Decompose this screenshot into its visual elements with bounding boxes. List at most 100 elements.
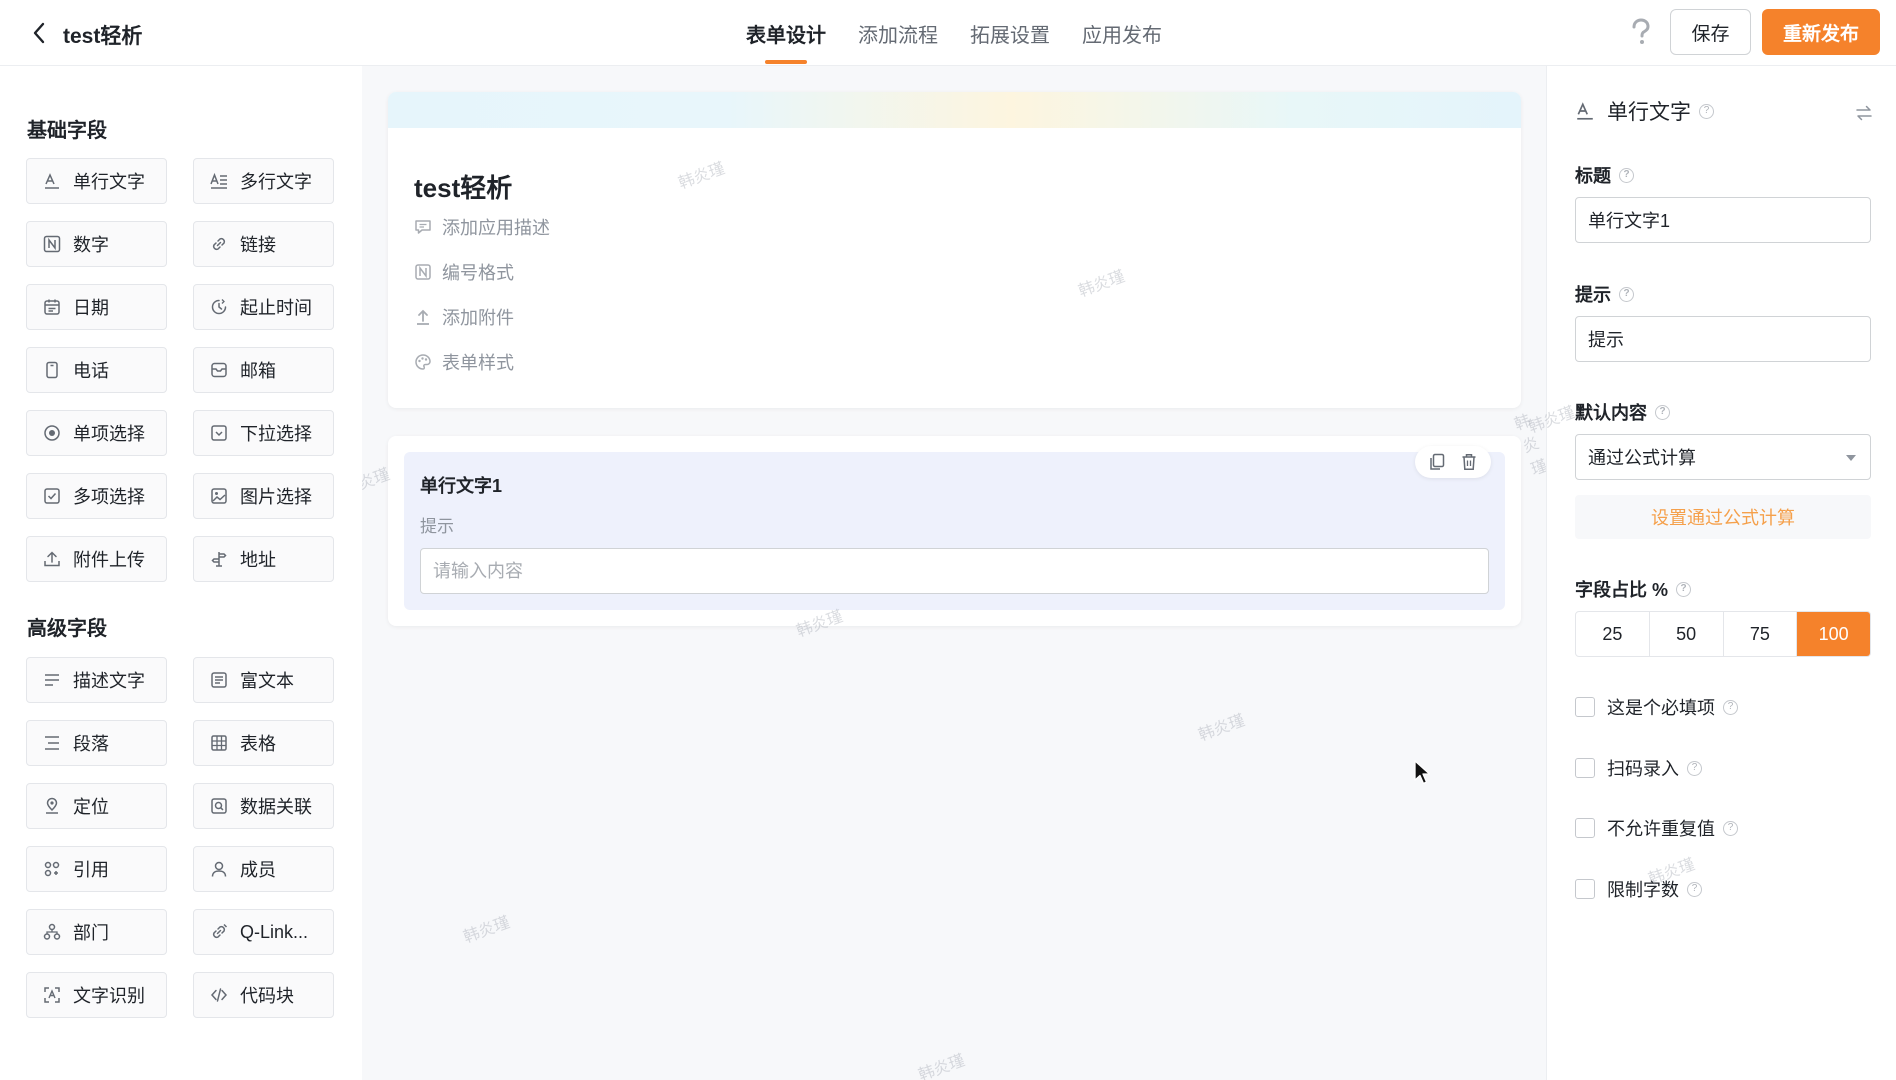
- no-duplicate-checkbox-row[interactable]: 不允许重复值 ?: [1575, 815, 1738, 841]
- number-icon: [43, 235, 61, 253]
- text-line-icon: [43, 172, 61, 190]
- limit-length-checkbox-row[interactable]: 限制字数 ?: [1575, 876, 1702, 902]
- field-single-line-text[interactable]: 单行文字: [26, 158, 167, 204]
- ratio-option-75[interactable]: 75: [1724, 612, 1798, 656]
- ratio-option-25[interactable]: 25: [1576, 612, 1650, 656]
- upload-icon: [43, 550, 61, 568]
- field-attachment-upload[interactable]: 附件上传: [26, 536, 167, 582]
- properties-header: 单行文字 ?: [1575, 96, 1714, 126]
- number-format-icon: [414, 263, 432, 281]
- department-icon: [43, 923, 61, 941]
- field-multi-line-text[interactable]: 多行文字: [193, 158, 334, 204]
- field-department[interactable]: 部门: [26, 909, 167, 955]
- main-tabs: 表单设计 添加流程 拓展设置 应用发布: [730, 0, 1178, 66]
- required-checkbox-row[interactable]: 这是个必填项 ?: [1575, 694, 1738, 720]
- question-circle-icon[interactable]: ?: [1723, 699, 1738, 715]
- description-icon: [43, 671, 61, 689]
- link-icon: [210, 235, 228, 253]
- qlink-icon: [210, 923, 228, 941]
- field-description-text[interactable]: 描述文字: [26, 657, 167, 703]
- tab-add-process[interactable]: 添加流程: [842, 0, 954, 66]
- field-dropdown[interactable]: 下拉选择: [193, 410, 334, 456]
- field-preview-input[interactable]: [420, 548, 1489, 594]
- chevron-down-icon: [1846, 455, 1856, 461]
- phone-icon: [43, 361, 61, 379]
- paragraph-icon: [43, 734, 61, 752]
- back-button[interactable]: [24, 18, 54, 48]
- scan-input-checkbox-row[interactable]: 扫码录入 ?: [1575, 755, 1702, 781]
- field-paragraph[interactable]: 段落: [26, 720, 167, 766]
- field-rich-text[interactable]: 富文本: [193, 657, 334, 703]
- hint-input[interactable]: [1575, 316, 1871, 362]
- upload-icon: [414, 308, 432, 326]
- required-checkbox[interactable]: [1575, 697, 1595, 717]
- field-code-block[interactable]: 代码块: [193, 972, 334, 1018]
- ratio-option-100[interactable]: 100: [1797, 612, 1870, 656]
- swap-icon: [1856, 105, 1872, 121]
- help-button[interactable]: [1626, 17, 1656, 47]
- field-q-link[interactable]: Q-Link...: [193, 909, 334, 955]
- question-circle-icon[interactable]: ?: [1619, 286, 1634, 302]
- question-circle-icon[interactable]: ?: [1699, 103, 1714, 119]
- field-multi-choice[interactable]: 多项选择: [26, 473, 167, 519]
- set-formula-button[interactable]: 设置通过公式计算: [1575, 495, 1871, 539]
- delete-field-button[interactable]: [1453, 448, 1485, 476]
- add-attachment-option[interactable]: 添加附件: [414, 304, 514, 330]
- copy-field-button[interactable]: [1421, 448, 1453, 476]
- tab-app-publish[interactable]: 应用发布: [1066, 0, 1178, 66]
- ocr-icon: [43, 986, 61, 1004]
- copy-icon: [1430, 453, 1445, 470]
- locate-icon: [43, 797, 61, 815]
- scan-input-checkbox[interactable]: [1575, 758, 1595, 778]
- field-address[interactable]: 地址: [193, 536, 334, 582]
- text-multiline-icon: [210, 172, 228, 190]
- question-circle-icon[interactable]: ?: [1619, 167, 1634, 183]
- field-time-range[interactable]: 起止时间: [193, 284, 334, 330]
- reference-icon: [43, 860, 61, 878]
- no-duplicate-checkbox[interactable]: [1575, 818, 1595, 838]
- time-range-icon: [210, 298, 228, 316]
- republish-button[interactable]: 重新发布: [1762, 9, 1880, 55]
- field-member[interactable]: 成员: [193, 846, 334, 892]
- mouse-cursor-icon: [1414, 760, 1431, 785]
- field-email[interactable]: 邮箱: [193, 347, 334, 393]
- selected-field-single-line-text[interactable]: 单行文字1 提示: [404, 446, 1505, 610]
- ratio-option-50[interactable]: 50: [1650, 612, 1724, 656]
- field-location[interactable]: 定位: [26, 783, 167, 829]
- question-circle-icon[interactable]: ?: [1676, 581, 1692, 597]
- chevron-left-icon: [33, 22, 45, 44]
- question-circle-icon[interactable]: ?: [1687, 760, 1702, 776]
- save-button[interactable]: 保存: [1670, 9, 1751, 55]
- default-content-select[interactable]: 通过公式计算: [1575, 434, 1871, 480]
- field-text-recognition[interactable]: 文字识别: [26, 972, 167, 1018]
- table-icon: [210, 734, 228, 752]
- field-single-choice[interactable]: 单项选择: [26, 410, 167, 456]
- form-field-card: 单行文字1 提示: [388, 436, 1521, 626]
- tab-extension-settings[interactable]: 拓展设置: [954, 0, 1066, 66]
- field-link[interactable]: 链接: [193, 221, 334, 267]
- form-title[interactable]: test轻析: [414, 168, 512, 205]
- field-image-choice[interactable]: 图片选择: [193, 473, 334, 519]
- calendar-icon: [43, 298, 61, 316]
- limit-length-checkbox[interactable]: [1575, 879, 1595, 899]
- tab-form-design[interactable]: 表单设计: [730, 0, 842, 66]
- location-pin-icon: [210, 550, 228, 568]
- default-content-label: 默认内容 ?: [1575, 399, 1670, 425]
- title-input[interactable]: [1575, 197, 1871, 243]
- data-link-icon: [210, 797, 228, 815]
- question-circle-icon[interactable]: ?: [1655, 404, 1670, 420]
- field-date[interactable]: 日期: [26, 284, 167, 330]
- form-style-option[interactable]: 表单样式: [414, 349, 514, 375]
- switch-field-type-button[interactable]: [1851, 100, 1877, 126]
- field-reference[interactable]: 引用: [26, 846, 167, 892]
- add-app-description[interactable]: 添加应用描述: [414, 214, 550, 240]
- field-table[interactable]: 表格: [193, 720, 334, 766]
- question-circle-icon[interactable]: ?: [1723, 820, 1738, 836]
- checkbox-icon: [43, 487, 61, 505]
- question-circle-icon[interactable]: ?: [1687, 881, 1702, 897]
- field-number[interactable]: 数字: [26, 221, 167, 267]
- field-phone[interactable]: 电话: [26, 347, 167, 393]
- trash-icon: [1462, 454, 1476, 470]
- number-format-option[interactable]: 编号格式: [414, 259, 514, 285]
- field-data-association[interactable]: 数据关联: [193, 783, 334, 829]
